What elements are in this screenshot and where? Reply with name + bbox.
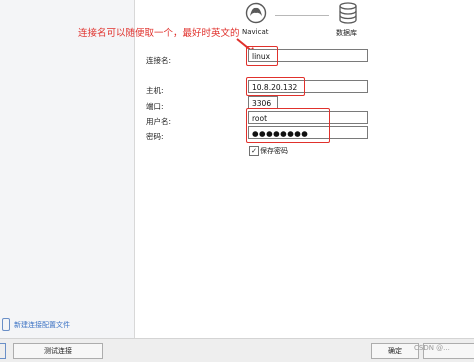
save-password-checkbox[interactable]: ✓: [249, 146, 259, 156]
navicat-logo-icon: [245, 2, 267, 24]
ok-button[interactable]: 确定: [371, 343, 419, 359]
save-password-label: 保存密码: [260, 147, 288, 155]
database-icon: [339, 2, 357, 24]
step-connector: [275, 15, 329, 16]
credentials-highlight: [246, 108, 330, 143]
step-navicat-label: Navicat: [242, 28, 269, 36]
step-database-label: 数据库: [336, 29, 357, 37]
connection-name-label: 连接名:: [146, 56, 172, 65]
port-label: 端口:: [146, 102, 164, 111]
edge-icon: [2, 318, 10, 331]
host-highlight: [246, 77, 305, 96]
annotation-text: 连接名可以随便取一个，最好时英文的: [78, 28, 240, 39]
new-connection-profile-link[interactable]: 新建连接配置文件: [14, 320, 70, 330]
connection-name-highlight: [246, 46, 278, 66]
test-connection-button[interactable]: 测试连接: [13, 343, 103, 359]
watermark: CSDN @...: [414, 344, 450, 352]
host-label: 主机:: [146, 86, 164, 95]
bottom-left-icon: [0, 343, 6, 359]
password-label: 密码:: [146, 132, 164, 141]
username-label: 用户名:: [146, 117, 172, 126]
left-pane: [0, 0, 135, 361]
